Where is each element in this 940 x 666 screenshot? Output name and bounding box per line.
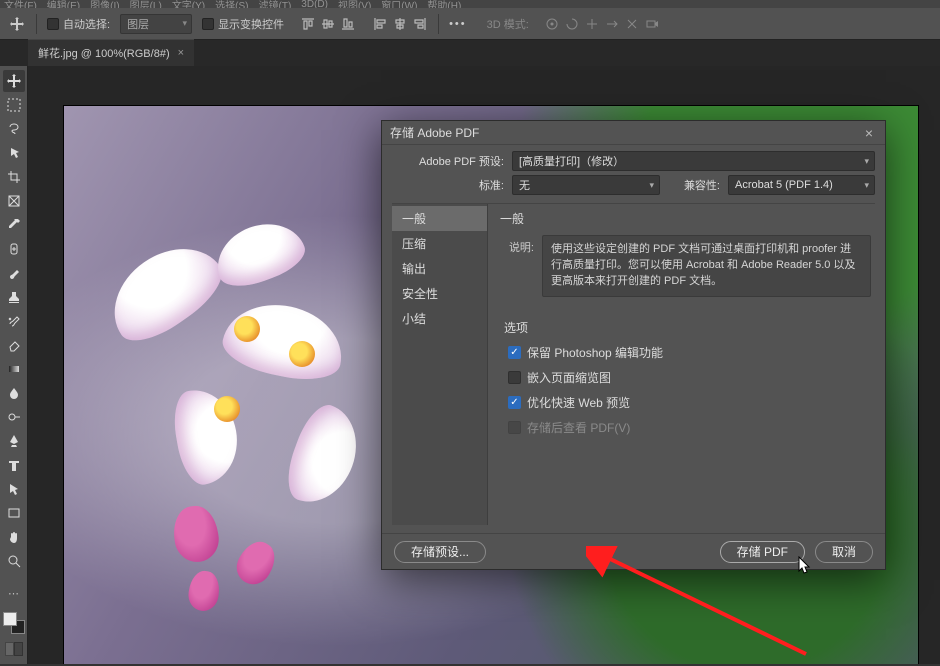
dialog-titlebar[interactable]: 存储 Adobe PDF × xyxy=(382,121,885,145)
align-hcenter-icon[interactable] xyxy=(392,16,408,32)
checkbox-icon: ✓ xyxy=(508,346,521,359)
sidebar-item-security[interactable]: 安全性 xyxy=(392,281,487,306)
mode3d-label: 3D 模式: xyxy=(487,16,529,32)
option-optimize-web[interactable]: ✓ 优化快速 Web 预览 xyxy=(508,394,871,411)
section-title-general: 一般 xyxy=(500,210,871,227)
eyedropper-tool[interactable] xyxy=(3,214,25,236)
pan-icon[interactable] xyxy=(585,17,599,31)
lasso-tool[interactable] xyxy=(3,118,25,140)
cancel-button[interactable]: 取消 xyxy=(815,541,873,563)
move-tool[interactable] xyxy=(3,70,25,92)
crop-tool[interactable] xyxy=(3,166,25,188)
tool-strip: ⋯ xyxy=(0,66,28,664)
menubar[interactable]: 文件(F)编辑(E)图像(I)图层(L)文字(Y)选择(S)滤镜(T)3D(D)… xyxy=(0,0,940,8)
align-vcenter-icon[interactable] xyxy=(320,16,336,32)
separator xyxy=(438,14,439,34)
document-tab[interactable]: 鲜花.jpg @ 100%(RGB/8#) × xyxy=(28,39,194,66)
save-preset-button[interactable]: 存储预设... xyxy=(394,541,486,563)
hand-tool[interactable] xyxy=(3,526,25,548)
dialog-title: 存储 Adobe PDF xyxy=(390,124,479,141)
align-group2 xyxy=(372,16,428,32)
save-adobe-pdf-dialog: 存储 Adobe PDF × Adobe PDF 预设: [高质量打印]（修改）… xyxy=(381,120,886,570)
foreground-background-color[interactable] xyxy=(3,612,25,634)
option-label: 存储后查看 PDF(V) xyxy=(527,419,630,436)
checkbox-icon: ✓ xyxy=(508,396,521,409)
options-bar: 自动选择: 图层 显示变换控件 ••• 3D 模式: xyxy=(0,8,940,40)
option-label: 保留 Photoshop 编辑功能 xyxy=(527,344,663,361)
option-label: 优化快速 Web 预览 xyxy=(527,394,630,411)
healing-tool[interactable] xyxy=(3,238,25,260)
roll-icon[interactable] xyxy=(565,17,579,31)
align-bottom-icon[interactable] xyxy=(340,16,356,32)
edit-toolbar[interactable]: ⋯ xyxy=(3,582,25,604)
auto-select-check[interactable]: 自动选择: xyxy=(47,16,110,32)
shape-tool[interactable] xyxy=(3,502,25,524)
option-preserve-editing[interactable]: ✓ 保留 Photoshop 编辑功能 xyxy=(508,344,871,361)
sidebar-item-general[interactable]: 一般 xyxy=(392,206,487,231)
gradient-tool[interactable] xyxy=(3,358,25,380)
option-view-after-save: 存储后查看 PDF(V) xyxy=(508,419,871,436)
sidebar-item-summary[interactable]: 小结 xyxy=(392,306,487,331)
more-options[interactable]: ••• xyxy=(449,18,467,30)
sidebar-item-output[interactable]: 输出 xyxy=(392,256,487,281)
checkbox-icon xyxy=(508,371,521,384)
preset-dropdown[interactable]: [高质量打印]（修改） xyxy=(512,151,875,171)
show-transform-label: 显示变换控件 xyxy=(218,16,284,32)
align-right-icon[interactable] xyxy=(412,16,428,32)
standard-dropdown[interactable]: 无 xyxy=(512,175,660,195)
history-brush-tool[interactable] xyxy=(3,310,25,332)
save-pdf-button[interactable]: 存储 PDF xyxy=(720,541,805,563)
description-label: 说明: xyxy=(500,235,534,297)
standard-label: 标准: xyxy=(392,177,504,193)
slide-icon[interactable] xyxy=(605,17,619,31)
align-top-icon[interactable] xyxy=(300,16,316,32)
description-text[interactable]: 使用这些设定创建的 PDF 文档可通过桌面打印机和 proofer 进行高质量打… xyxy=(542,235,871,297)
align-left-icon[interactable] xyxy=(372,16,388,32)
blur-tool[interactable] xyxy=(3,382,25,404)
mode3d-icons xyxy=(545,17,659,31)
eraser-tool[interactable] xyxy=(3,334,25,356)
pen-tool[interactable] xyxy=(3,430,25,452)
option-label: 嵌入页面缩览图 xyxy=(527,369,611,386)
brush-tool[interactable] xyxy=(3,262,25,284)
options-section-label: 选项 xyxy=(500,319,871,336)
auto-select-label: 自动选择: xyxy=(63,16,110,32)
orbit-icon[interactable] xyxy=(545,17,559,31)
align-group xyxy=(300,16,356,32)
path-select-tool[interactable] xyxy=(3,478,25,500)
auto-select-target[interactable]: 图层 xyxy=(120,14,192,34)
show-transform-check[interactable]: 显示变换控件 xyxy=(202,16,284,32)
move-tool-icon[interactable] xyxy=(8,15,26,33)
camera-icon[interactable] xyxy=(645,17,659,31)
option-embed-thumbnail[interactable]: 嵌入页面缩览图 xyxy=(508,369,871,386)
dodge-tool[interactable] xyxy=(3,406,25,428)
quick-mask-toggle[interactable] xyxy=(5,642,23,656)
document-tab-bar: 鲜花.jpg @ 100%(RGB/8#) × xyxy=(0,40,940,66)
type-tool[interactable] xyxy=(3,454,25,476)
sidebar-item-compress[interactable]: 压缩 xyxy=(392,231,487,256)
compat-dropdown[interactable]: Acrobat 5 (PDF 1.4) xyxy=(728,175,875,195)
compat-label: 兼容性: xyxy=(668,177,720,193)
zoom-tool[interactable] xyxy=(3,550,25,572)
zoom3d-icon[interactable] xyxy=(625,17,639,31)
close-icon[interactable]: × xyxy=(861,125,877,141)
document-tab-title: 鲜花.jpg @ 100%(RGB/8#) xyxy=(38,45,170,61)
quick-select-tool[interactable] xyxy=(3,142,25,164)
close-tab-icon[interactable]: × xyxy=(178,47,184,59)
checkbox-icon xyxy=(508,421,521,434)
separator xyxy=(36,14,37,34)
marquee-tool[interactable] xyxy=(3,94,25,116)
preset-label: Adobe PDF 预设: xyxy=(392,153,504,169)
stamp-tool[interactable] xyxy=(3,286,25,308)
frame-tool[interactable] xyxy=(3,190,25,212)
dialog-sidebar: 一般 压缩 输出 安全性 小结 xyxy=(392,204,488,525)
